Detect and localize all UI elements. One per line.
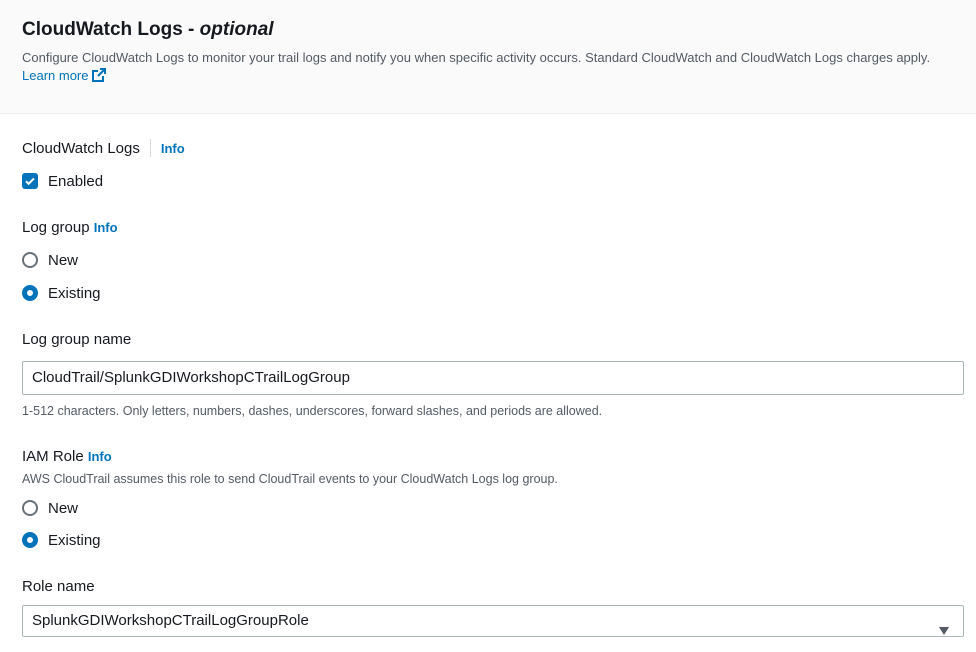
radio-selected xyxy=(22,532,38,548)
log-group-radio-existing[interactable]: Existing xyxy=(22,281,101,305)
radio-unselected xyxy=(22,252,38,268)
description-text: Configure CloudWatch Logs to monitor you… xyxy=(22,50,931,65)
radio-selected xyxy=(22,285,38,301)
section-title-optional: optional xyxy=(199,19,274,40)
caret-down-icon xyxy=(938,617,950,647)
section-header: CloudWatch Logs - optional Configure Clo… xyxy=(0,0,976,114)
divider xyxy=(149,139,151,157)
check-icon xyxy=(22,173,38,189)
learn-more-link[interactable]: Learn more xyxy=(22,68,107,83)
iam-role-radio-new[interactable]: New xyxy=(22,496,78,520)
iam-role-field: IAM Role Info xyxy=(22,447,112,467)
role-name-value: SplunkGDIWorkshopCTrailLogGroupRole xyxy=(32,612,309,629)
enabled-label: Enabled xyxy=(48,172,104,190)
radio-unselected xyxy=(22,500,38,516)
cloudwatch-logs-info-link[interactable]: Info xyxy=(161,141,185,156)
log-group-name-label: Log group name xyxy=(22,331,132,348)
iam-role-info-link[interactable]: Info xyxy=(88,449,112,464)
log-group-name-hint: 1-512 characters. Only letters, numbers,… xyxy=(22,404,603,418)
iam-role-option-new: New xyxy=(48,499,79,517)
log-group-name-input[interactable]: CloudTrail/SplunkGDIWorkshopCTrailLogGro… xyxy=(22,361,964,395)
cloudwatch-logs-field: CloudWatch Logs Info xyxy=(22,139,185,159)
role-name-select[interactable]: SplunkGDIWorkshopCTrailLogGroupRole xyxy=(22,605,964,637)
external-link-icon xyxy=(91,67,107,88)
log-group-option-new: New xyxy=(48,251,79,269)
section-title-main: CloudWatch Logs - xyxy=(22,19,195,40)
log-group-label: Log group xyxy=(22,219,90,236)
log-group-option-existing: Existing xyxy=(48,284,101,302)
enabled-checkbox[interactable]: Enabled xyxy=(22,169,103,193)
learn-more-label: Learn more xyxy=(22,68,89,83)
iam-role-option-existing: Existing xyxy=(48,531,101,549)
iam-role-label: IAM Role xyxy=(22,448,84,465)
cloudwatch-logs-label: CloudWatch Logs xyxy=(22,140,140,157)
log-group-field: Log group Info xyxy=(22,218,118,238)
iam-role-description: AWS CloudTrail assumes this role to send… xyxy=(22,472,558,486)
log-group-info-link[interactable]: Info xyxy=(94,220,118,235)
log-group-name-value: CloudTrail/SplunkGDIWorkshopCTrailLogGro… xyxy=(32,369,350,386)
section-title: CloudWatch Logs - optional xyxy=(22,18,954,42)
log-group-radio-new[interactable]: New xyxy=(22,248,78,272)
role-name-label: Role name xyxy=(22,578,95,595)
iam-role-radio-existing[interactable]: Existing xyxy=(22,528,101,552)
section-description: Configure CloudWatch Logs to monitor you… xyxy=(22,49,962,88)
